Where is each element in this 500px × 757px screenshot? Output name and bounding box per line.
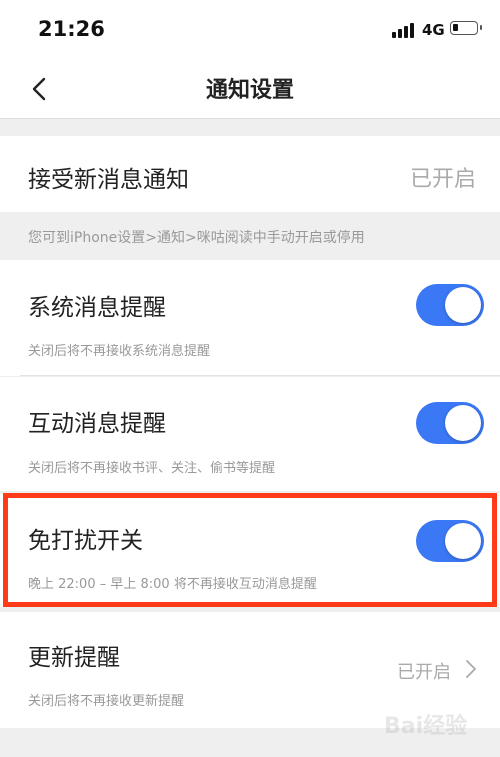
update-reminder-status: 已开启 xyxy=(397,662,451,683)
accept-notifications-row[interactable]: 接受新消息通知 已开启 xyxy=(0,136,500,212)
update-reminder-description: 关闭后将不再接收更新提醒 xyxy=(28,694,185,709)
page-title: 通知设置 xyxy=(205,78,294,103)
accept-notifications-status: 已开启 xyxy=(410,167,477,192)
watermark: Bai经验 xyxy=(380,700,495,750)
setting-row-system: 系统消息提醒 关闭后将不再接收系统消息提醒 xyxy=(0,260,500,376)
highlight-box xyxy=(3,493,497,607)
setting-label: 互动消息提醒 xyxy=(28,411,166,437)
divider xyxy=(20,375,500,376)
nav-bar: 通知设置 xyxy=(0,60,500,119)
status-time: 21:26 xyxy=(38,17,105,41)
setting-row-interaction: 互动消息提醒 关闭后将不再接收书评、关注、偷书等提醒 xyxy=(0,377,500,491)
status-bar: 21:26 4G xyxy=(0,0,500,60)
update-reminder-label: 更新提醒 xyxy=(28,645,120,671)
hint-text: 您可到iPhone设置>通知>咪咕阅读中手动开启或停用 xyxy=(28,230,365,246)
interaction-reminder-toggle[interactable] xyxy=(416,402,484,444)
battery-icon xyxy=(450,21,482,35)
system-reminder-toggle[interactable] xyxy=(416,284,484,326)
setting-description: 关闭后将不再接收系统消息提醒 xyxy=(28,344,211,359)
signal-icon xyxy=(392,22,418,38)
watermark-text: Bai经验 xyxy=(384,714,468,739)
setting-label: 系统消息提醒 xyxy=(28,295,166,321)
chevron-right-icon[interactable] xyxy=(465,659,477,679)
accept-notifications-label: 接受新消息通知 xyxy=(28,167,189,193)
setting-description: 关闭后将不再接收书评、关注、偷书等提醒 xyxy=(28,461,276,476)
settings-hint: 您可到iPhone设置>通知>咪咕阅读中手动开启或停用 xyxy=(0,212,500,260)
network-type: 4G xyxy=(422,21,445,39)
